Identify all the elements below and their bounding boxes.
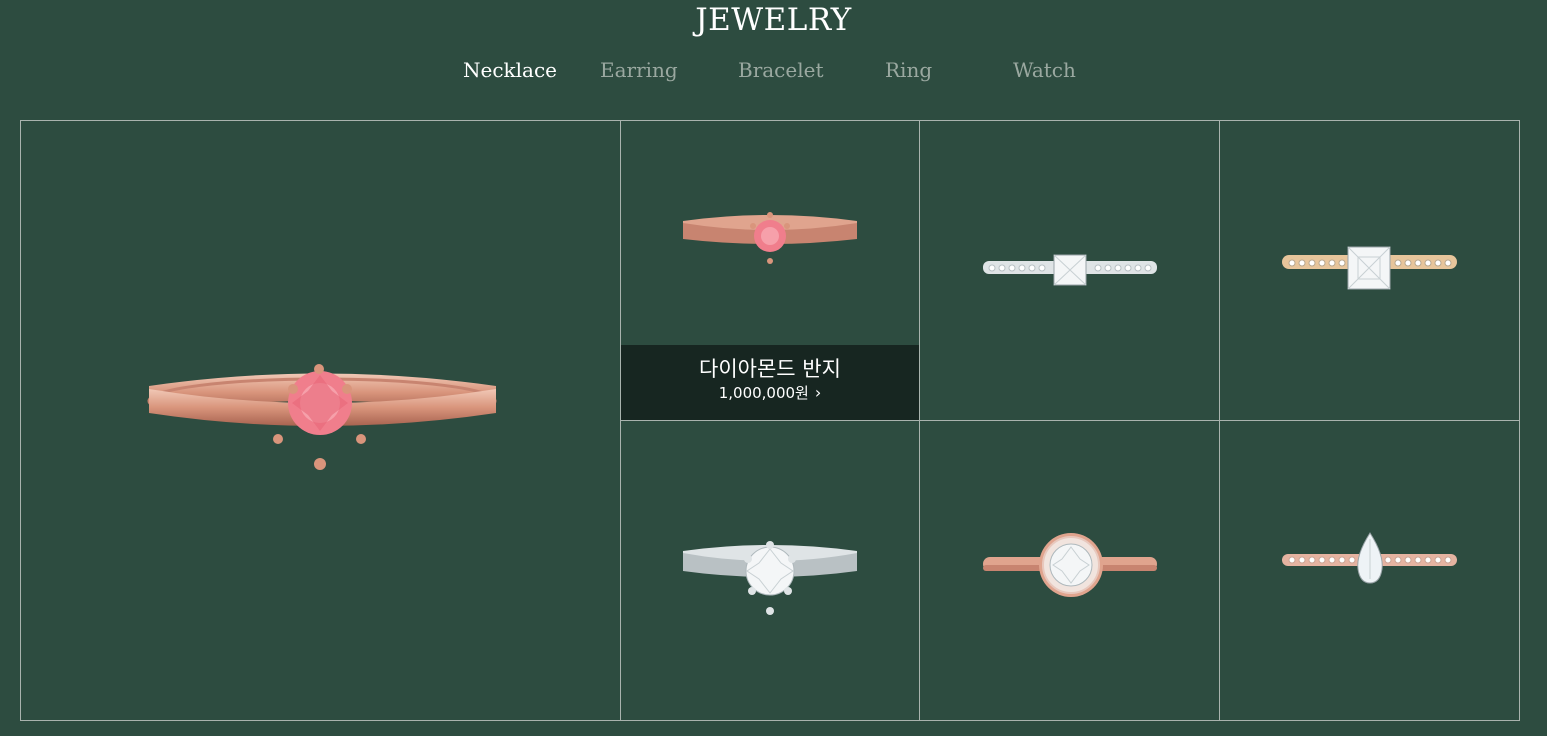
product-overlay[interactable]: 다이아몬드 반지 1,000,000원 › — [621, 345, 919, 420]
jewelry-page: JEWELRY Necklace Earring Bracelet Ring W… — [0, 0, 1547, 736]
rose-gold-halo-ring-icon — [983, 533, 1157, 597]
product-name: 다이아몬드 반지 — [699, 357, 841, 381]
tab-bracelet[interactable]: Bracelet — [738, 58, 824, 82]
product-card[interactable] — [621, 421, 919, 720]
rose-gold-pear-eternity-ring-icon — [1282, 532, 1457, 584]
chevron-right-icon: › — [814, 383, 822, 402]
product-card[interactable] — [920, 421, 1219, 720]
product-card[interactable] — [1220, 421, 1519, 720]
product-price: 1,000,000원 — [718, 384, 809, 402]
tab-earring[interactable]: Earring — [600, 58, 678, 82]
category-tabs: Necklace Earring Bracelet Ring Watch — [0, 58, 1547, 88]
rose-gold-pink-solitaire-ring-icon — [147, 364, 497, 470]
tab-watch[interactable]: Watch — [1013, 58, 1076, 82]
product-price-row: 1,000,000원 › — [621, 383, 919, 403]
product-card-large[interactable] — [21, 121, 620, 720]
tab-ring[interactable]: Ring — [885, 58, 932, 82]
product-card[interactable] — [920, 121, 1219, 420]
page-title: JEWELRY — [695, 2, 852, 38]
yellow-gold-princess-eternity-ring-icon — [1282, 246, 1457, 290]
product-card[interactable] — [1220, 121, 1519, 420]
product-grid: 다이아몬드 반지 1,000,000원 › — [20, 120, 1520, 721]
white-gold-solitaire-ring-icon — [683, 541, 857, 615]
tab-necklace[interactable]: Necklace — [463, 58, 557, 82]
white-gold-princess-eternity-ring-icon — [983, 254, 1157, 286]
